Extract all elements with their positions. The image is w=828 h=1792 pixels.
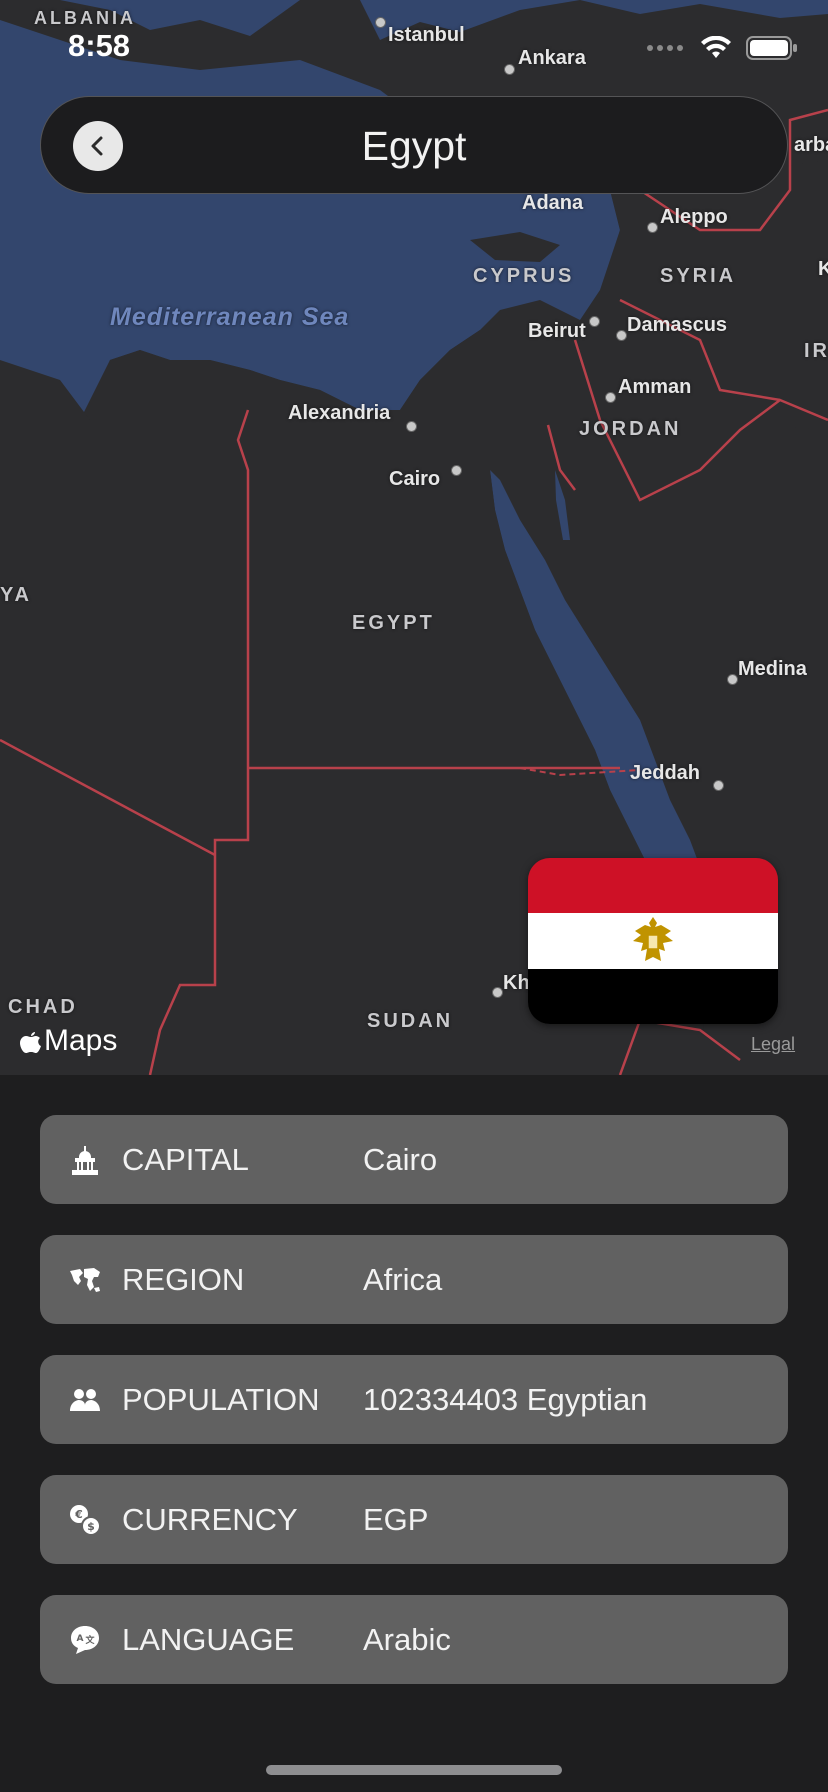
city-dot: [616, 330, 627, 341]
map-city-aleppo: Aleppo: [660, 206, 728, 228]
city-dot: [406, 421, 417, 432]
map-label-jordan: JORDAN: [579, 418, 682, 440]
apple-logo-icon: [20, 1032, 41, 1053]
status-bar-icons: [646, 36, 798, 60]
wifi-icon: [701, 36, 731, 58]
svg-text:$: $: [87, 1520, 95, 1533]
map-city-amman: Amman: [618, 376, 692, 398]
city-dot: [713, 780, 724, 791]
title-bar: Egypt: [40, 96, 788, 194]
detail-value: 102334403 Egyptian: [363, 1381, 648, 1417]
detail-row-population: POPULATION 102334403 Egyptian: [40, 1355, 788, 1444]
flag-white-band: [528, 913, 778, 969]
map-city-partial-khartoum: Kh: [503, 972, 530, 994]
detail-label: CURRENCY: [122, 1501, 298, 1537]
country-details-list: CAPITAL Cairo REGION Africa POPULATION 1…: [40, 1115, 788, 1715]
map-city-alexandria: Alexandria: [288, 402, 391, 424]
currency-exchange-icon: € $: [70, 1505, 101, 1536]
map-city-medina: Medina: [738, 658, 807, 680]
detail-value: Arabic: [363, 1621, 451, 1657]
battery-icon: [746, 36, 797, 60]
map-city-adana: Adana: [522, 192, 584, 214]
map-label-mediterranean-sea: Mediterranean Sea: [110, 303, 350, 331]
city-dot: [589, 316, 600, 327]
map-label-partial-ir: IR: [804, 340, 828, 362]
detail-value: Africa: [363, 1261, 443, 1297]
svg-text:€: €: [74, 1508, 83, 1521]
svg-text:文: 文: [84, 1634, 95, 1646]
detail-value: EGP: [363, 1501, 429, 1537]
maps-attribution-text: Maps: [44, 1024, 118, 1057]
legal-link[interactable]: Legal: [751, 1034, 795, 1055]
country-flag: [528, 858, 778, 1024]
language-bubble-icon: A 文: [71, 1626, 99, 1654]
map-label-albania: ALBANIA: [34, 8, 136, 28]
map-label-partial-libya: YA: [0, 584, 32, 606]
map-city-cairo: Cairo: [389, 468, 441, 490]
map-city-ankara: Ankara: [518, 47, 586, 69]
map-city-damascus: Damascus: [627, 314, 728, 336]
map-city-jeddah: Jeddah: [630, 762, 701, 784]
detail-row-region: REGION Africa: [40, 1235, 788, 1324]
map-label-syria: SYRIA: [660, 265, 737, 287]
map-label-sudan: SUDAN: [367, 1010, 454, 1032]
city-dot: [647, 222, 658, 233]
map-label-cyprus: CYPRUS: [473, 265, 575, 287]
world-map-icon: [70, 1268, 100, 1292]
map-city-partial-arba: arba: [794, 134, 828, 156]
map-label-egypt: EGYPT: [352, 612, 435, 634]
apple-maps-attribution[interactable]: Maps: [20, 1024, 117, 1058]
detail-label: REGION: [122, 1261, 245, 1297]
status-bar-time: 8:58: [68, 28, 131, 63]
map-city-istanbul: Istanbul: [388, 24, 465, 46]
cellular-signal-icon: [647, 45, 683, 51]
detail-label: CAPITAL: [122, 1141, 249, 1177]
city-dot: [451, 465, 462, 476]
city-dot: [727, 674, 738, 685]
map-label-partial-k: K: [818, 258, 828, 280]
detail-label: POPULATION: [122, 1381, 320, 1417]
home-indicator[interactable]: [266, 1765, 562, 1775]
eagle-emblem-icon: [633, 917, 673, 962]
capitol-icon: [72, 1146, 98, 1175]
detail-label: LANGUAGE: [122, 1621, 295, 1657]
detail-row-language: A 文 LANGUAGE Arabic: [40, 1595, 788, 1684]
city-dot: [605, 392, 616, 403]
city-dot: [504, 64, 515, 75]
map-label-chad: CHAD: [8, 996, 78, 1018]
page-title: Egypt: [361, 123, 467, 169]
city-dot: [492, 987, 503, 998]
detail-value: Cairo: [363, 1141, 438, 1177]
svg-text:A: A: [77, 1634, 84, 1644]
detail-row-currency: € $ CURRENCY EGP: [40, 1475, 788, 1564]
detail-row-capital: CAPITAL Cairo: [40, 1115, 788, 1204]
flag-black-band: [528, 968, 778, 1024]
people-icon: [70, 1389, 100, 1411]
flag-red-band: [528, 858, 778, 914]
city-dot: [375, 17, 386, 28]
map-city-beirut: Beirut: [528, 320, 586, 342]
